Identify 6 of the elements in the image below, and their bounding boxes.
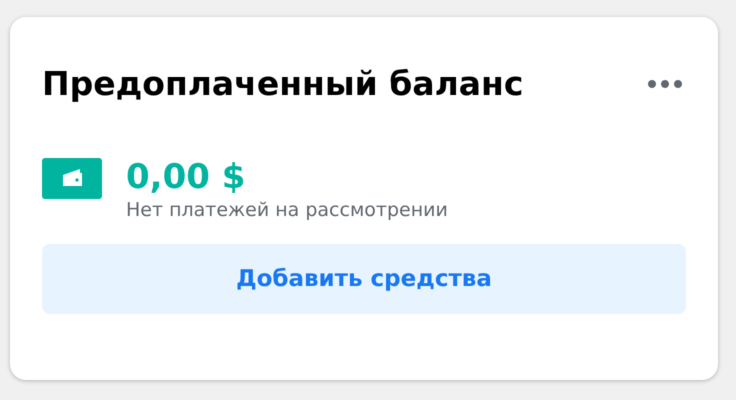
balance-amount: 0,00 $ (126, 156, 246, 198)
more-icon[interactable] (648, 80, 682, 88)
card-title: Предоплаченный баланс (42, 67, 524, 100)
status-text: Нет платежей на рассмотрении (126, 198, 448, 222)
add-funds-button[interactable]: Добавить средства (42, 244, 686, 314)
wallet-icon (42, 158, 102, 199)
